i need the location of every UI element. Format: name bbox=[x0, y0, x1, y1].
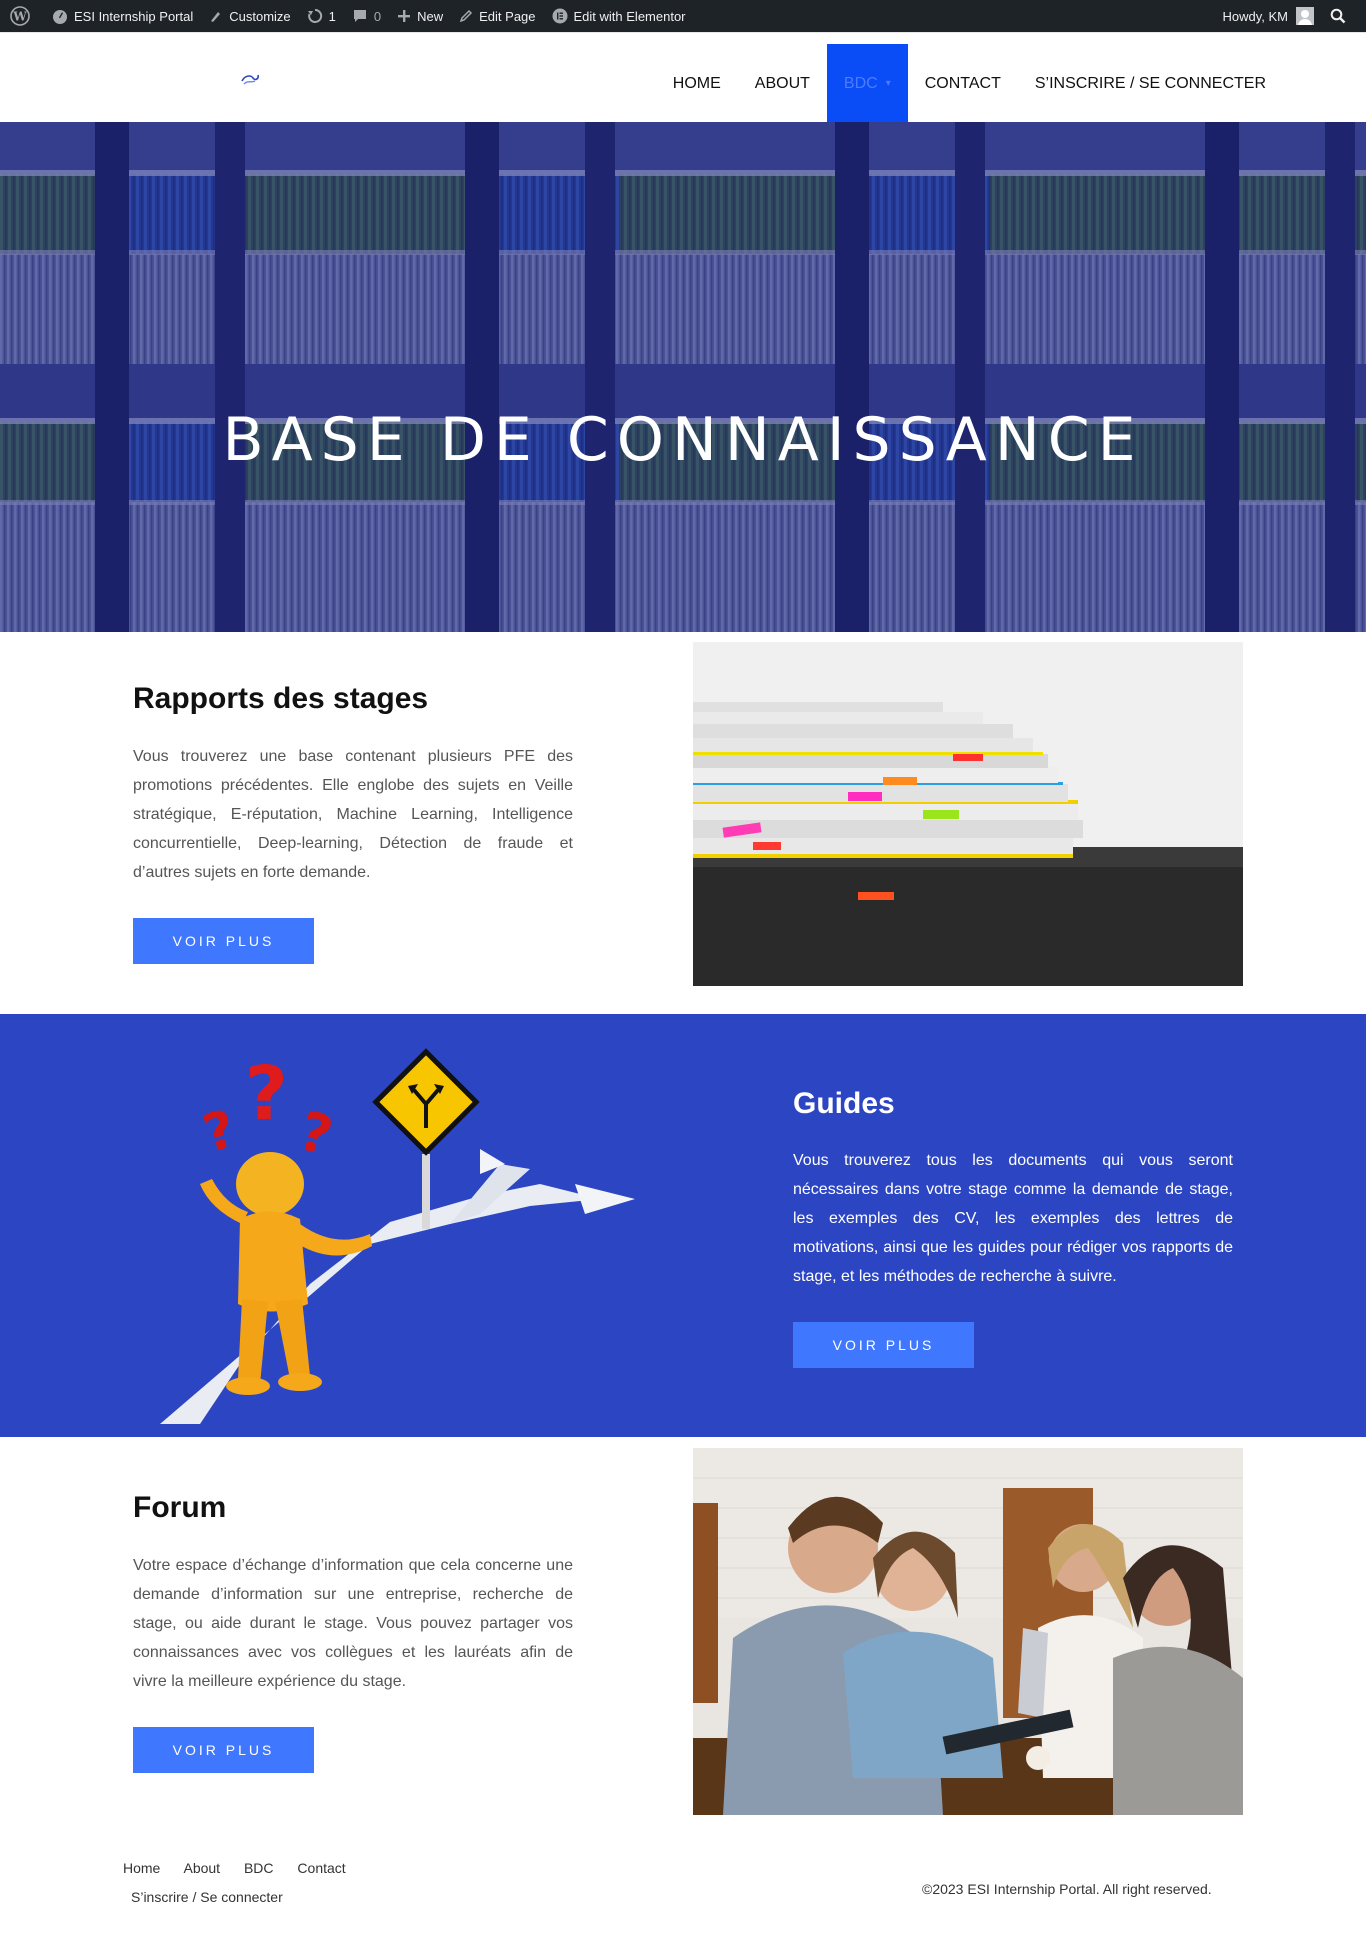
admin-site-name[interactable]: ESI Internship Portal bbox=[44, 0, 201, 32]
svg-text:?: ? bbox=[197, 1099, 242, 1165]
rapports-title: Rapports des stages bbox=[133, 682, 429, 715]
site-name-label: ESI Internship Portal bbox=[74, 8, 194, 24]
main-nav: HOME ABOUT BDC ▾ CONTACT S’INSCRIRE / SE … bbox=[656, 44, 1366, 123]
svg-text:?: ? bbox=[245, 1051, 288, 1137]
chevron-down-icon: ▾ bbox=[885, 78, 891, 89]
account-menu[interactable]: Howdy, KM bbox=[1215, 0, 1323, 32]
comment-icon bbox=[353, 10, 366, 22]
admin-search-button[interactable] bbox=[1322, 0, 1366, 32]
pencil-icon bbox=[459, 9, 473, 23]
dashboard-icon bbox=[53, 10, 67, 24]
hero-title: BASE DE CONNAISSANCE bbox=[222, 405, 1144, 475]
rapports-image bbox=[693, 642, 1243, 986]
nav-signin-label: S’INSCRIRE / SE CONNECTER bbox=[1034, 74, 1266, 92]
guides-voir-plus-button[interactable]: VOIR PLUS bbox=[793, 1322, 974, 1368]
site-logo[interactable] bbox=[239, 71, 261, 92]
elementor-icon bbox=[552, 8, 568, 24]
footer-link-contact[interactable]: Contact bbox=[297, 1860, 345, 1876]
bookshelf-background-image bbox=[0, 122, 1366, 632]
nav-contact[interactable]: CONTACT bbox=[908, 44, 1018, 123]
wordpress-logo-icon[interactable]: W bbox=[0, 0, 44, 32]
confused-person-crossroads-image: ? ? ? bbox=[160, 1048, 635, 1424]
nav-about[interactable]: ABOUT bbox=[738, 44, 827, 123]
nav-bdc[interactable]: BDC ▾ bbox=[826, 44, 908, 123]
site-header: HOME ABOUT BDC ▾ CONTACT S’INSCRIRE / SE … bbox=[0, 32, 1366, 123]
footer-nav: Home About BDC Contact bbox=[123, 1860, 366, 1876]
nav-about-label: ABOUT bbox=[754, 74, 810, 92]
admin-bar: W ESI Internship Portal Customize 1 0 Ne… bbox=[0, 0, 1366, 32]
new-label: New bbox=[417, 8, 444, 24]
edit-page-link[interactable]: Edit Page bbox=[451, 0, 543, 32]
updates-link[interactable]: 1 bbox=[299, 0, 344, 32]
guides-section: ? ? ? Guides Vous trouverez tous les doc… bbox=[0, 1014, 1366, 1437]
svg-text:W: W bbox=[12, 10, 27, 24]
edit-page-label: Edit Page bbox=[479, 8, 536, 24]
footer-link-home[interactable]: Home bbox=[123, 1860, 160, 1876]
stacked-reports-image bbox=[693, 642, 1243, 986]
footer-link-about[interactable]: About bbox=[183, 1860, 220, 1876]
footer-link-bdc[interactable]: BDC bbox=[244, 1860, 274, 1876]
footer-copyright: ©2023 ESI Internship Portal. All right r… bbox=[922, 1881, 1212, 1897]
updates-icon bbox=[307, 8, 322, 23]
nav-home-label: HOME bbox=[672, 74, 721, 92]
search-icon bbox=[1330, 8, 1346, 24]
customize-link[interactable]: Customize bbox=[201, 0, 298, 32]
guides-title: Guides bbox=[793, 1087, 895, 1120]
nav-bdc-label: BDC bbox=[843, 74, 878, 92]
nav-signin[interactable]: S’INSCRIRE / SE CONNECTER bbox=[1018, 44, 1366, 123]
edit-elementor-label: Edit with Elementor bbox=[573, 8, 686, 24]
updates-count: 1 bbox=[328, 8, 336, 24]
footer-link-signin[interactable]: S’inscrire / Se connecter bbox=[131, 1889, 283, 1905]
comments-link[interactable]: 0 bbox=[344, 0, 389, 32]
edit-elementor-link[interactable]: Edit with Elementor bbox=[544, 0, 694, 32]
students-group-photo bbox=[693, 1448, 1243, 1815]
rapports-voir-plus-button[interactable]: VOIR PLUS bbox=[133, 918, 314, 964]
nav-home[interactable]: HOME bbox=[656, 44, 738, 123]
brush-icon bbox=[211, 12, 221, 22]
comments-count: 0 bbox=[373, 8, 382, 24]
customize-label: Customize bbox=[229, 8, 291, 24]
forum-image bbox=[693, 1448, 1243, 1815]
forum-text: Votre espace d’échange d’information que… bbox=[133, 1557, 573, 1690]
plus-icon bbox=[398, 10, 411, 22]
forum-voir-plus-button[interactable]: VOIR PLUS bbox=[133, 1727, 314, 1773]
new-content-link[interactable]: New bbox=[389, 0, 451, 32]
hero-banner: BASE DE CONNAISSANCE bbox=[0, 122, 1366, 632]
rapports-text: Vous trouverez une base contenant plusie… bbox=[133, 748, 573, 881]
svg-text:?: ? bbox=[292, 1099, 339, 1168]
nav-contact-label: CONTACT bbox=[924, 74, 1001, 92]
howdy-label: Howdy, KM bbox=[1222, 8, 1289, 24]
avatar bbox=[1296, 7, 1314, 25]
logo-icon bbox=[241, 74, 259, 85]
guides-text: Vous trouverez tous les documents qui vo… bbox=[793, 1152, 1233, 1285]
forum-title: Forum bbox=[133, 1491, 227, 1524]
